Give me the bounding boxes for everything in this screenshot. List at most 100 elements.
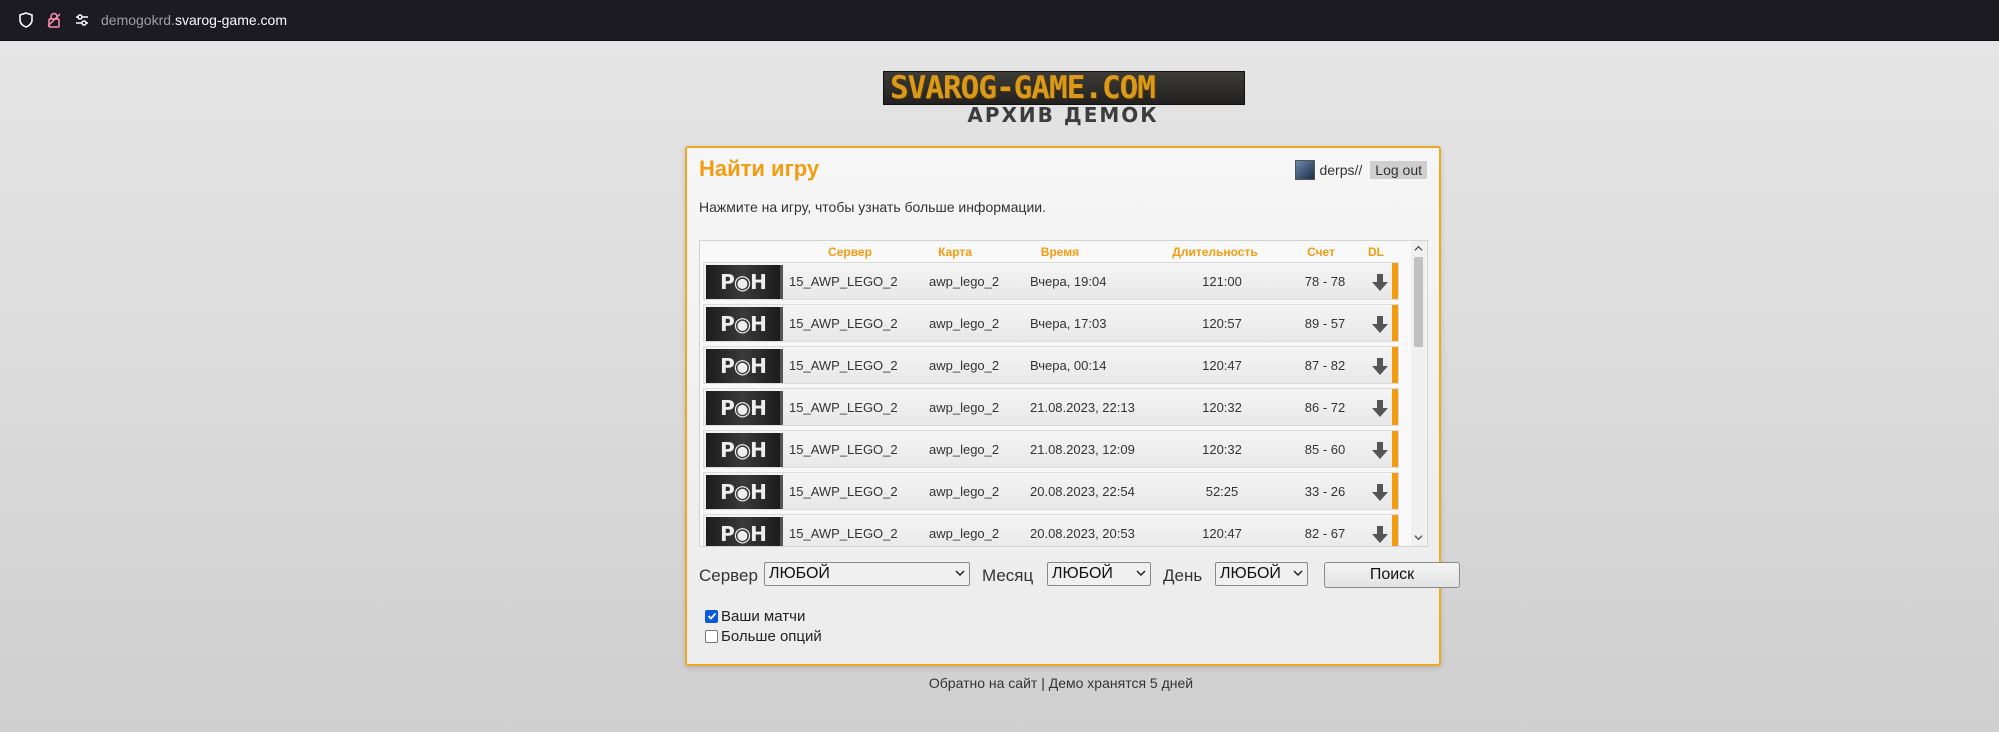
my-matches-option[interactable]: Ваши матчи [705, 606, 822, 626]
day-select[interactable]: ЛЮБОЙ [1215, 562, 1308, 586]
row-map: awp_lego_2 [929, 484, 1000, 499]
browser-toolbar: demogokrd.svarog-game.com [0, 0, 1999, 41]
download-icon[interactable] [1371, 273, 1389, 293]
more-options-option[interactable]: Больше опций [705, 626, 822, 646]
server-thumbnail: P◉H [706, 391, 783, 425]
panel-title: Найти игру [699, 156, 820, 181]
download-icon[interactable] [1371, 399, 1389, 419]
row-score: 82 - 67 [1304, 526, 1346, 541]
download-icon[interactable] [1371, 483, 1389, 503]
row-map: awp_lego_2 [929, 442, 1000, 457]
server-thumbnail: P◉H [706, 349, 783, 383]
header-score[interactable]: Счет [1296, 245, 1346, 259]
shield-icon[interactable] [17, 11, 35, 29]
table-header: Сервер Карта Время Длительность Счет DL [700, 241, 1410, 261]
address-bar-url[interactable]: demogokrd.svarog-game.com [101, 11, 287, 29]
row-duration: 120:47 [1202, 526, 1242, 541]
header-dl: DL [1368, 245, 1384, 259]
scroll-thumb[interactable] [1414, 257, 1423, 347]
table-row[interactable]: P◉H 15_AWP_LEGO_2 awp_lego_2 Вчера, 00:14 12… [703, 346, 1399, 384]
row-accent [1392, 305, 1398, 341]
table-row[interactable]: P◉H 15_AWP_LEGO_2 awp_lego_2 Вчера, 17:03 12… [703, 304, 1399, 342]
row-map: awp_lego_2 [929, 358, 1000, 373]
row-duration: 120:47 [1202, 358, 1242, 373]
row-server: 15_AWP_LEGO_2 [789, 442, 898, 457]
table-row[interactable]: P◉H 15_AWP_LEGO_2 awp_lego_2 20.08.2023, 20… [703, 514, 1399, 546]
row-server: 15_AWP_LEGO_2 [789, 400, 898, 415]
row-map: awp_lego_2 [929, 526, 1000, 541]
footer: Обратно на сайт | Демо хранятся 5 дней [685, 675, 1437, 691]
row-accent [1392, 347, 1398, 383]
logout-button[interactable]: Log out [1370, 161, 1427, 179]
lock-warning-icon[interactable] [45, 11, 63, 29]
server-thumbnail: P◉H [706, 517, 783, 546]
row-time: Вчера, 19:04 [1030, 274, 1107, 289]
header-map[interactable]: Карта [915, 245, 995, 259]
row-accent [1392, 473, 1398, 509]
table-row[interactable]: P◉H 15_AWP_LEGO_2 awp_lego_2 Вчера, 19:04 12… [703, 262, 1399, 300]
checkmark-icon [707, 612, 716, 620]
row-duration: 120:57 [1202, 316, 1242, 331]
url-subdomain: demogokrd. [101, 12, 175, 28]
back-to-site-link[interactable]: Обратно на сайт [929, 675, 1037, 691]
server-thumbnail: P◉H [706, 307, 783, 341]
row-map: awp_lego_2 [929, 316, 1000, 331]
row-time: Вчера, 00:14 [1030, 358, 1107, 373]
scroll-up-icon[interactable] [1414, 244, 1423, 253]
row-server: 15_AWP_LEGO_2 [789, 316, 898, 331]
panel-hint: Нажмите на игру, чтобы узнать больше инф… [699, 199, 1046, 215]
filter-options: Ваши матчи Больше опций [705, 606, 822, 646]
username[interactable]: derps// [1319, 162, 1362, 178]
row-time: 21.08.2023, 22:13 [1030, 400, 1135, 415]
more-options-label[interactable]: Больше опций [721, 628, 822, 645]
site-permissions-icon[interactable] [73, 11, 91, 29]
header-server[interactable]: Сервер [800, 245, 900, 259]
month-select[interactable]: ЛЮБОЙ [1047, 562, 1151, 586]
site-logo[interactable]: SVAROG-GAME.COM [883, 71, 1245, 105]
row-score: 87 - 82 [1304, 358, 1346, 373]
row-map: awp_lego_2 [929, 274, 1000, 289]
table-scrollbar[interactable] [1411, 241, 1426, 546]
day-filter-label: День [1163, 566, 1203, 585]
my-matches-label[interactable]: Ваши матчи [721, 608, 805, 625]
scroll-down-icon[interactable] [1414, 533, 1423, 542]
month-select-value: ЛЮБОЙ [1052, 565, 1113, 582]
server-select[interactable]: ЛЮБОЙ [764, 562, 970, 586]
row-duration: 121:00 [1202, 274, 1242, 289]
table-row[interactable]: P◉H 15_AWP_LEGO_2 awp_lego_2 20.08.2023, 22… [703, 472, 1399, 510]
logo-text: SVAROG-GAME.COM [884, 72, 1156, 104]
my-matches-checkbox[interactable] [705, 609, 718, 623]
avatar[interactable] [1295, 160, 1316, 180]
row-time: 20.08.2023, 22:54 [1030, 484, 1135, 499]
row-score: 86 - 72 [1304, 400, 1346, 415]
games-table: Сервер Карта Время Длительность Счет DL … [699, 240, 1428, 547]
server-thumbnail: P◉H [706, 265, 783, 299]
row-score: 78 - 78 [1304, 274, 1346, 289]
download-icon[interactable] [1371, 357, 1389, 377]
more-options-checkbox[interactable] [705, 629, 718, 643]
header-time[interactable]: Время [1030, 245, 1090, 259]
filters-bar: Сервер ЛЮБОЙ Месяц ЛЮБОЙ День ЛЮБОЙ Поис… [699, 562, 1460, 590]
row-accent [1392, 263, 1398, 299]
row-server: 15_AWP_LEGO_2 [789, 484, 898, 499]
row-duration: 52:25 [1205, 484, 1239, 499]
table-row[interactable]: P◉H 15_AWP_LEGO_2 awp_lego_2 21.08.2023, 22… [703, 388, 1399, 426]
server-thumbnail: P◉H [706, 475, 783, 509]
month-filter-label: Месяц [982, 566, 1034, 585]
find-game-panel: Найти игру derps// Log out Нажмите на иг… [685, 146, 1460, 666]
row-time: 21.08.2023, 12:09 [1030, 442, 1135, 457]
row-server: 15_AWP_LEGO_2 [789, 274, 898, 289]
row-duration: 120:32 [1202, 442, 1242, 457]
chevron-down-icon [1293, 570, 1303, 577]
row-time: Вчера, 17:03 [1030, 316, 1107, 331]
row-time: 20.08.2023, 20:53 [1030, 526, 1135, 541]
download-icon[interactable] [1371, 441, 1389, 461]
server-filter-label: Сервер [699, 566, 758, 585]
chevron-down-icon [1136, 570, 1146, 577]
download-icon[interactable] [1371, 315, 1389, 335]
table-row[interactable]: P◉H 15_AWP_LEGO_2 awp_lego_2 21.08.2023, 12… [703, 430, 1399, 468]
row-accent [1392, 515, 1398, 546]
search-button[interactable]: Поиск [1324, 562, 1460, 588]
download-icon[interactable] [1371, 525, 1389, 545]
header-duration[interactable]: Длительность [1160, 245, 1270, 259]
